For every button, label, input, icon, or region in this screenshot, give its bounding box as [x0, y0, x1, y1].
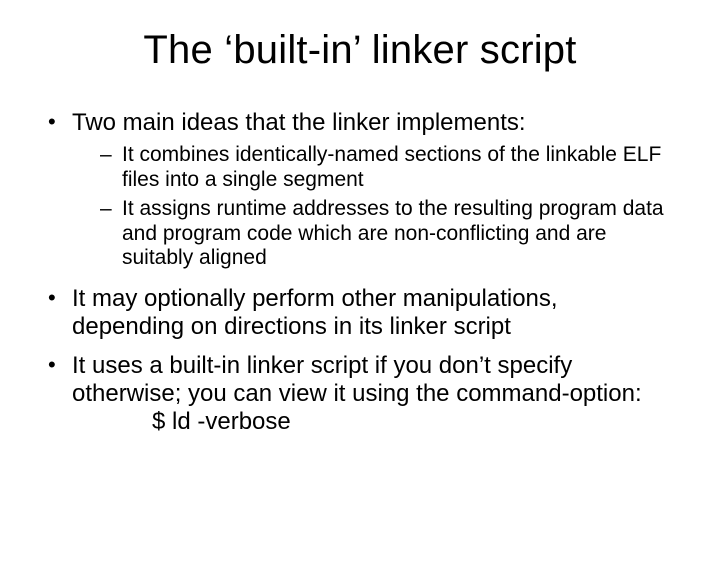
bullet-list: Two main ideas that the linker implement… [48, 109, 672, 437]
bullet-2: It may optionally perform other manipula… [48, 285, 672, 342]
bullet-1-sub-1-text: It combines identically-named sections o… [122, 143, 661, 191]
bullet-2-text: It may optionally perform other manipula… [72, 285, 558, 340]
slide: The ‘built-in’ linker script Two main id… [0, 28, 720, 568]
slide-title: The ‘built-in’ linker script [0, 28, 720, 73]
bullet-3: It uses a built-in linker script if you … [48, 352, 672, 437]
bullet-1-sub-2-text: It assigns runtime addresses to the resu… [122, 197, 664, 270]
bullet-1-sub-1: It combines identically-named sections o… [100, 143, 672, 193]
bullet-1: Two main ideas that the linker implement… [48, 109, 672, 271]
bullet-1-text: Two main ideas that the linker implement… [72, 109, 526, 136]
bullet-3-text: It uses a built-in linker script if you … [72, 352, 642, 407]
bullet-1-sublist: It combines identically-named sections o… [72, 143, 672, 271]
bullet-3-command: $ ld -verbose [152, 408, 291, 436]
bullet-1-sub-2: It assigns runtime addresses to the resu… [100, 197, 672, 271]
